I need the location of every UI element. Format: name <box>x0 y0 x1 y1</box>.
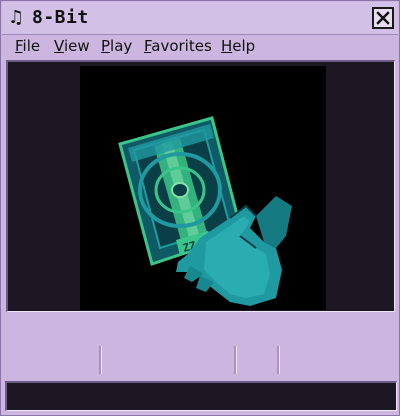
video-viewport[interactable]: ZZ <box>6 60 395 312</box>
window-title: 8-Bit <box>32 7 89 28</box>
divider <box>99 346 102 374</box>
close-button[interactable] <box>372 7 394 29</box>
menu-file[interactable]: File <box>15 37 40 55</box>
menu-view[interactable]: View <box>54 37 90 55</box>
menu-bar: File View Play Favorites Help <box>2 35 398 57</box>
menu-help[interactable]: Help <box>221 37 255 55</box>
controls-panel <box>2 317 398 377</box>
menu-favorites[interactable]: Favorites <box>144 37 212 55</box>
divider <box>234 346 237 374</box>
music-note-icon: ♫ <box>8 7 25 28</box>
pixel-art-image: ZZ <box>118 116 292 306</box>
album-art: ZZ <box>80 66 326 310</box>
divider <box>277 346 280 374</box>
media-player-window: ♫ 8-Bit File View Play Favorites Help ZZ <box>0 0 400 416</box>
title-bar[interactable]: ♫ 8-Bit <box>2 2 398 35</box>
menu-play[interactable]: Play <box>101 37 132 55</box>
close-icon <box>376 11 390 25</box>
status-bar <box>5 381 397 411</box>
